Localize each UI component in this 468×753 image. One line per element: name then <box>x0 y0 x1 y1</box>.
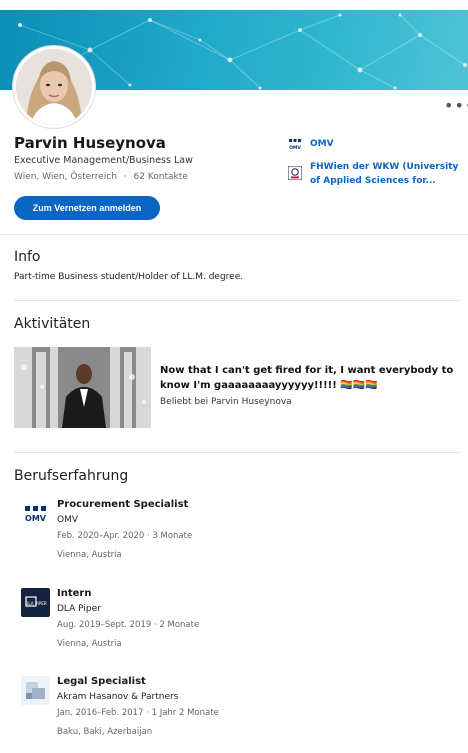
experience-title-text: Intern <box>57 588 92 599</box>
dla-logo-text: DLA PIPER <box>25 601 47 606</box>
omv-logo-text: OMV <box>289 145 301 151</box>
experience-dates: Jan. 2016–Feb. 2017 · 1 Jahr 2 Monate <box>57 708 219 718</box>
section-divider <box>14 300 459 301</box>
info-text: Part-time Business student/Holder of LL.… <box>14 272 244 282</box>
omv-logo-text: OMV <box>25 514 47 523</box>
connect-button[interactable]: Zum Vernetzen anmelden <box>14 196 160 220</box>
experience-dates: Feb. 2020–Apr. 2020 · 3 Monate <box>57 531 193 541</box>
company-placeholder-icon <box>21 676 50 705</box>
side-item-label: OMV <box>310 139 334 149</box>
profile-contacts[interactable]: 62 Kontakte <box>134 172 188 182</box>
experience-title-text: Legal Specialist <box>57 676 146 687</box>
profile-headline: Executive Management/Business Law <box>14 155 193 166</box>
profile-location-line: Wien, Wien, Österreich · 62 Kontakte <box>14 172 188 182</box>
info-title: Info <box>14 249 41 265</box>
experience-title: Berufserfahrung <box>14 468 129 484</box>
experience-dates: Aug. 2019–Sept. 2019 · 2 Monate <box>57 620 200 630</box>
more-options-button[interactable]: ••• <box>444 96 468 115</box>
fhwien-logo-icon <box>288 166 302 180</box>
experience-company: Akram Hasanov & Partners <box>57 692 179 702</box>
profile-location: Wien, Wien, Österreich <box>14 172 117 182</box>
profile-avatar[interactable] <box>13 46 95 128</box>
section-divider <box>0 234 468 235</box>
experience-location: Baku, Baki, Azerbaijan <box>57 727 153 737</box>
profile-name: Parvin Huseynova <box>14 134 166 152</box>
experience-title-text: Procurement Specialist <box>57 499 189 510</box>
avatar-photo <box>16 49 92 125</box>
location-separator: · <box>123 172 127 182</box>
activity-image-graphic <box>14 347 151 428</box>
side-item-omv[interactable]: OMV OMV <box>288 137 460 151</box>
activity-post-text[interactable]: Now that I can't get fired for it, I wan… <box>160 363 460 393</box>
experience-location: Vienna, Austria <box>57 639 122 649</box>
side-item-label: FHWien der WKW (University of Applied Sc… <box>310 162 459 186</box>
omv-logo-icon: OMV <box>21 499 50 528</box>
experience-location: Vienna, Austria <box>57 550 122 560</box>
activity-post-liked-by: Beliebt bei Parvin Huseynova <box>160 397 292 407</box>
activity-post-image[interactable] <box>14 347 151 428</box>
experience-company: DLA Piper <box>57 604 101 614</box>
dla-piper-logo-icon: DLA PIPER <box>21 588 50 617</box>
side-item-fhwien[interactable]: FHWien der WKW (University of Applied Sc… <box>288 160 460 188</box>
section-divider <box>14 452 459 453</box>
activity-title: Aktivitäten <box>14 316 91 332</box>
omv-logo-icon: OMV <box>288 137 302 151</box>
experience-company: OMV <box>57 515 79 525</box>
